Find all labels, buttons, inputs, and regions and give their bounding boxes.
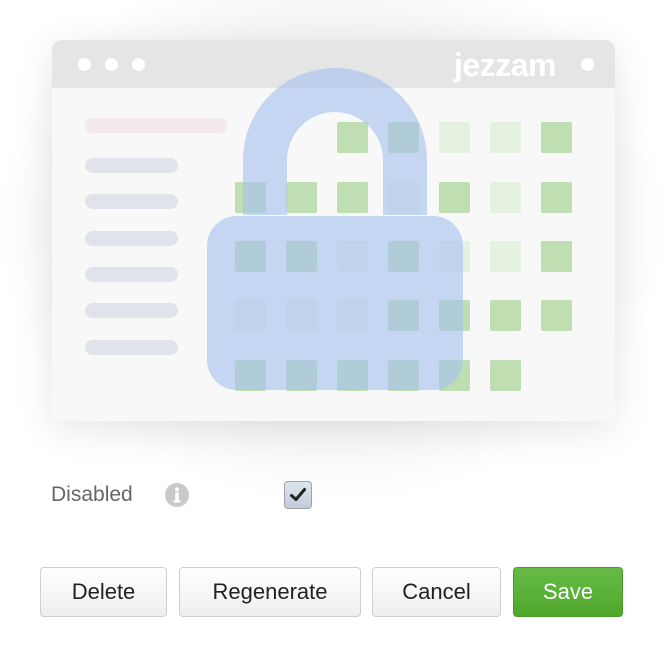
grid-cell: [439, 300, 470, 331]
grid-cell: [286, 300, 317, 331]
placeholder-line: [85, 231, 178, 246]
grid-cell: [286, 360, 317, 391]
disabled-checkbox[interactable]: [284, 481, 312, 509]
grid-cell: [541, 300, 572, 331]
window-dot: [105, 58, 118, 71]
grid-cell: [388, 182, 419, 213]
grid-cell: [490, 300, 521, 331]
grid-cell: [337, 182, 368, 213]
placeholder-line: [85, 303, 178, 318]
grid-cell: [388, 122, 419, 153]
grid-cell: [337, 300, 368, 331]
grid-cell: [235, 300, 266, 331]
delete-button[interactable]: Delete: [40, 567, 167, 617]
grid-cell: [490, 122, 521, 153]
placeholder-line: [85, 158, 178, 173]
save-button[interactable]: Save: [513, 567, 623, 617]
window-dot: [132, 58, 145, 71]
grid-cell: [235, 182, 266, 213]
disabled-label: Disabled: [51, 483, 133, 506]
grid-cell: [541, 241, 572, 272]
info-icon[interactable]: [165, 483, 189, 507]
grid-cell: [286, 241, 317, 272]
grid-cell: [439, 182, 470, 213]
placeholder-line: [85, 340, 178, 355]
app-window: jezzam Disabled Delete Regenerate Cancel…: [0, 0, 664, 664]
preview-image: jezzam: [52, 40, 615, 421]
grid-cell: [439, 241, 470, 272]
regenerate-button[interactable]: Regenerate: [179, 567, 361, 617]
grid-cell: [337, 122, 368, 153]
grid-cell: [235, 241, 266, 272]
window-dot: [581, 58, 594, 71]
grid-cell: [541, 182, 572, 213]
grid-cell: [286, 182, 317, 213]
grid-cell: [490, 182, 521, 213]
grid-cell: [541, 122, 572, 153]
grid-cell: [490, 360, 521, 391]
grid-cell: [235, 360, 266, 391]
cancel-button[interactable]: Cancel: [372, 567, 501, 617]
grid-cell: [388, 360, 419, 391]
placeholder-line: [85, 118, 227, 133]
grid-cell: [439, 360, 470, 391]
grid-cell: [439, 122, 470, 153]
brand-logo: jezzam: [454, 47, 556, 83]
checkmark-icon: [290, 488, 306, 501]
window-dot: [78, 58, 91, 71]
placeholder-line: [85, 194, 178, 209]
grid-cell: [337, 241, 368, 272]
grid-cell: [388, 241, 419, 272]
grid-cell: [388, 300, 419, 331]
placeholder-line: [85, 267, 178, 282]
grid-cell: [337, 360, 368, 391]
grid-cell: [490, 241, 521, 272]
browser-title-bar: jezzam: [52, 40, 615, 88]
